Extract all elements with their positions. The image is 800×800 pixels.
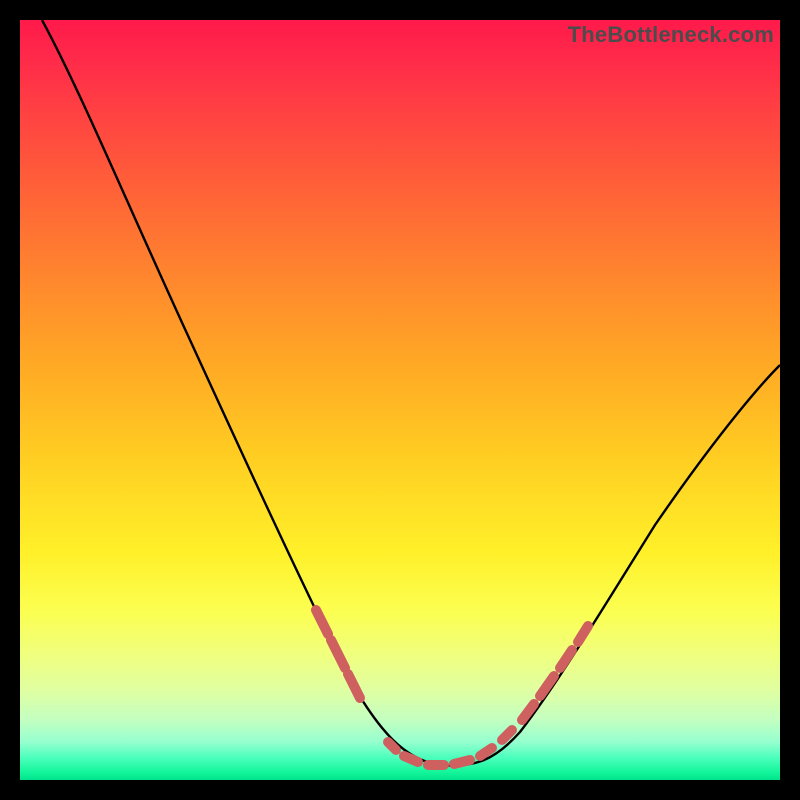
marker-bottom-2 <box>404 756 418 762</box>
curve-svg <box>20 20 780 780</box>
marker-right-2 <box>540 676 554 696</box>
marker-right-4 <box>578 626 588 642</box>
marker-right-3 <box>560 650 572 668</box>
marker-left-1 <box>316 610 328 634</box>
marker-left-3 <box>348 674 360 698</box>
plot-frame: TheBottleneck.com <box>20 20 780 780</box>
marker-bottom-5 <box>480 748 492 756</box>
marker-left-2 <box>331 640 345 668</box>
marker-bottom-6 <box>502 730 512 740</box>
bottleneck-curve-path <box>42 20 780 766</box>
marker-bottom-4 <box>454 760 470 764</box>
marker-bottom-1 <box>388 742 396 750</box>
marker-dots <box>316 610 588 765</box>
